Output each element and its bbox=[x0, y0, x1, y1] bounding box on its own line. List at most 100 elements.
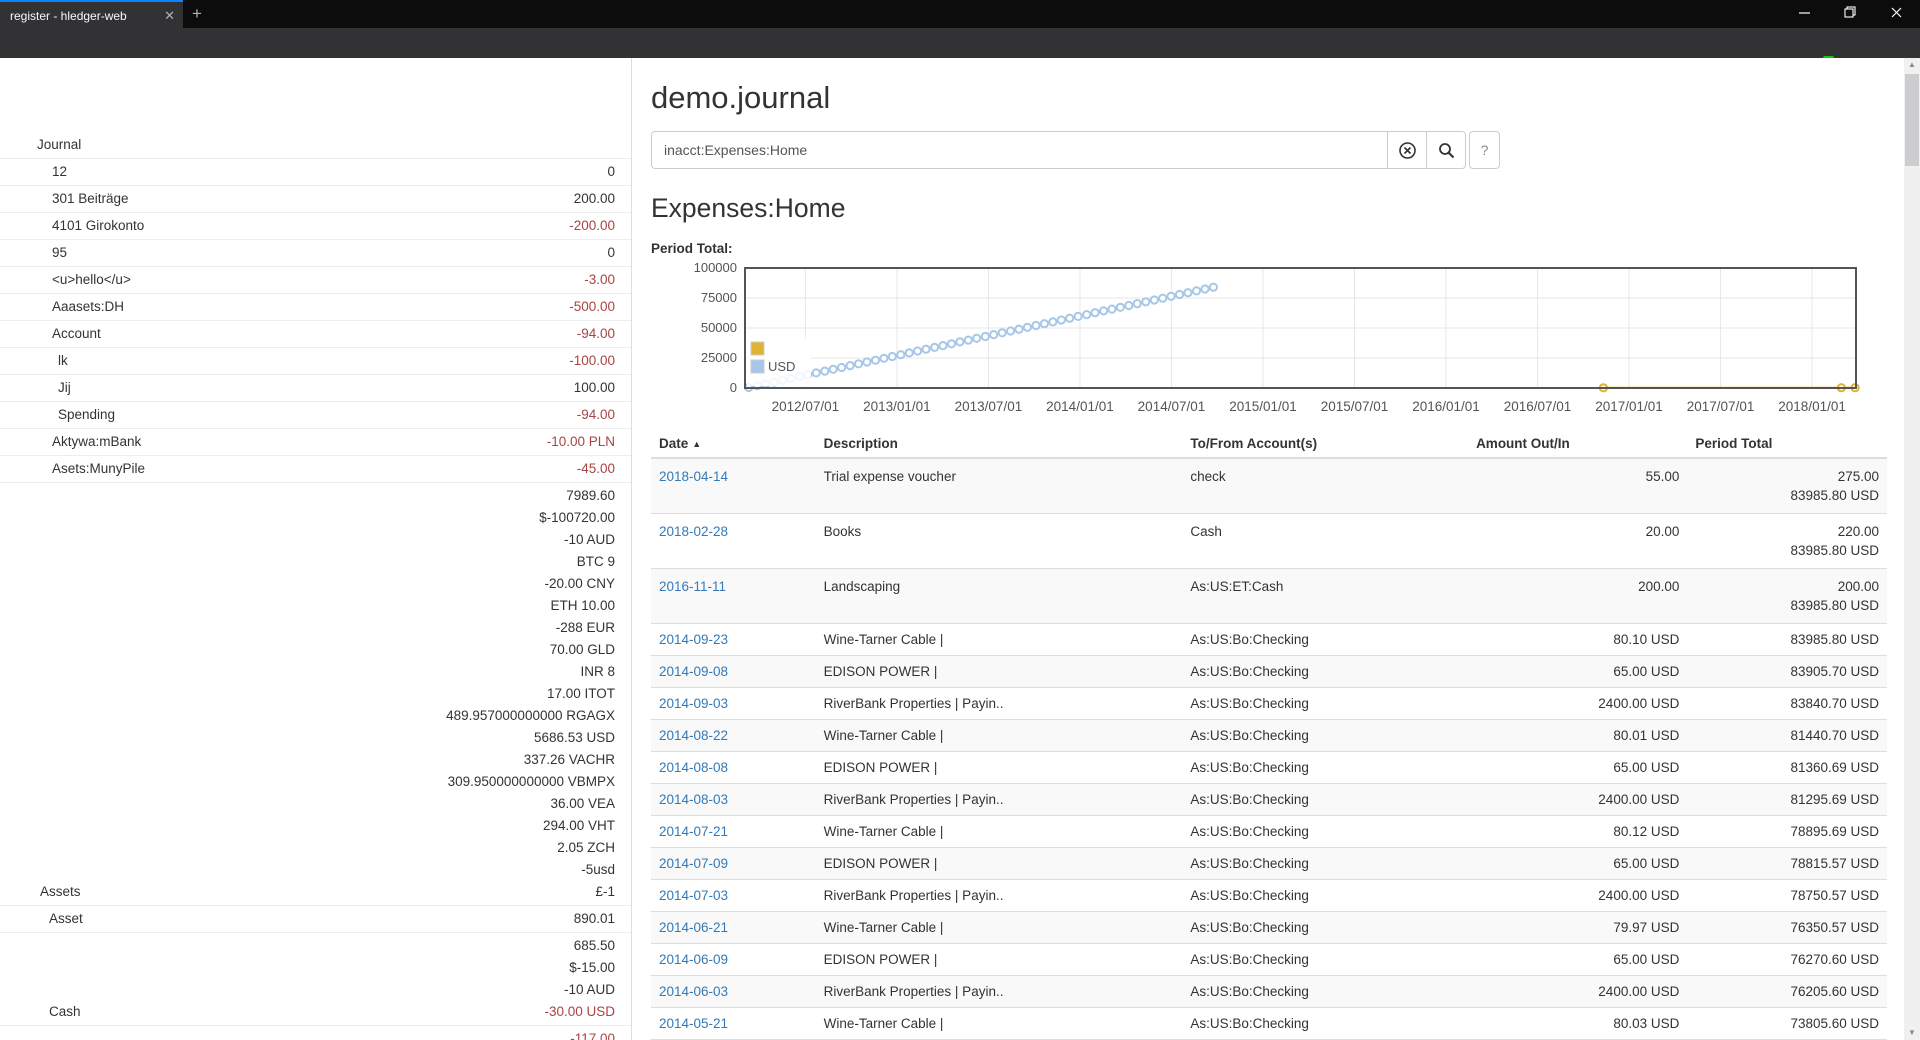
transaction-amount: 200.00 bbox=[1468, 569, 1687, 624]
account-link[interactable]: Jij bbox=[0, 377, 71, 399]
transaction-description: Wine-Tarner Cable | bbox=[816, 1008, 1183, 1040]
account-link[interactable]: Aaasets:DH bbox=[0, 296, 124, 318]
transaction-account: As:US:Bo:Checking bbox=[1182, 720, 1468, 752]
transaction-row[interactable]: 2014-06-09EDISON POWER |As:US:Bo:Checkin… bbox=[651, 944, 1887, 976]
account-link[interactable]: Asets:MunyPile bbox=[0, 458, 145, 480]
account-link[interactable]: <u>hello</u> bbox=[0, 269, 131, 291]
transaction-description: EDISON POWER | bbox=[816, 752, 1183, 784]
scroll-down-icon[interactable]: ▼ bbox=[1904, 1026, 1920, 1040]
account-title: Expenses:Home bbox=[651, 193, 1887, 223]
account-link[interactable]: Asset bbox=[0, 908, 83, 930]
transaction-row[interactable]: 2014-06-21Wine-Tarner Cable |As:US:Bo:Ch… bbox=[651, 912, 1887, 944]
transaction-description: Wine-Tarner Cable | bbox=[816, 720, 1183, 752]
account-link[interactable]: Journal bbox=[0, 134, 81, 156]
transaction-row[interactable]: 2018-02-28BooksCash20.00220.0083985.80 U… bbox=[651, 514, 1887, 569]
transaction-date-link[interactable]: 2014-08-08 bbox=[659, 760, 728, 775]
account-link[interactable]: Assets bbox=[0, 881, 81, 903]
transaction-date-link[interactable]: 2014-08-22 bbox=[659, 728, 728, 743]
transaction-row[interactable]: 2014-08-22 Wine-Tarner Cable |As:US:Bo:Ch… bbox=[651, 720, 1887, 752]
account-balance: 7989.60$-100720.00-10 AUDBTC 9-20.00 CNY… bbox=[446, 485, 631, 903]
running-total: 76205.60 USD bbox=[1687, 976, 1887, 1008]
transaction-date-link[interactable]: 2016-11-11 bbox=[659, 579, 726, 594]
transaction-account: As:US:Bo:Checking bbox=[1182, 944, 1468, 976]
transaction-row[interactable]: 2014-07-21Wine-Tarner Cable |As:US:Bo:Ch… bbox=[651, 816, 1887, 848]
tab-close-icon[interactable]: ✕ bbox=[164, 8, 175, 24]
transaction-description: RiverBank Properties | Payin.. bbox=[816, 976, 1183, 1008]
new-tab-button[interactable]: + bbox=[192, 4, 202, 24]
scroll-up-icon[interactable]: ▲ bbox=[1904, 58, 1920, 72]
account-link[interactable]: lk bbox=[0, 350, 68, 372]
transaction-date-link[interactable]: 2014-05-21 bbox=[659, 1016, 728, 1031]
transaction-date-link[interactable]: 2018-02-28 bbox=[659, 524, 728, 539]
query-input[interactable] bbox=[651, 131, 1388, 169]
window-restore-button[interactable] bbox=[1832, 0, 1868, 28]
transaction-row[interactable]: 2014-07-03RiverBank Properties | Payin..… bbox=[651, 880, 1887, 912]
sidebar-account-row: 301 Beiträge200.00 bbox=[0, 186, 631, 213]
account-link[interactable]: Cash bbox=[0, 1001, 81, 1023]
account-link[interactable]: 301 Beiträge bbox=[0, 188, 129, 210]
vertical-scrollbar[interactable]: ▲ ▼ bbox=[1904, 58, 1920, 1040]
transaction-amount: 65.00 USD bbox=[1468, 752, 1687, 784]
transaction-date-link[interactable]: 2014-08-03 bbox=[659, 792, 728, 807]
transaction-date-link[interactable]: 2014-07-09 bbox=[659, 856, 728, 871]
transaction-date-link[interactable]: 2014-07-21 bbox=[659, 824, 728, 839]
browser-tab[interactable]: register - hledger-web ✕ bbox=[0, 0, 183, 28]
account-link[interactable]: 4101 Girokonto bbox=[0, 215, 144, 237]
column-header[interactable]: Date▲ bbox=[651, 430, 816, 458]
transaction-row[interactable]: 2014-08-03RiverBank Properties | Payin..… bbox=[651, 784, 1887, 816]
transaction-date-link[interactable]: 2014-06-21 bbox=[659, 920, 728, 935]
transaction-date-link[interactable]: 2014-09-08 bbox=[659, 664, 728, 679]
transaction-row[interactable]: 2016-11-11LandscapingAs:US:ET:Cash200.00… bbox=[651, 569, 1887, 624]
transaction-date-link[interactable]: 2014-09-03 bbox=[659, 696, 728, 711]
transaction-account: As:US:Bo:Checking bbox=[1182, 912, 1468, 944]
transaction-row[interactable]: 2014-05-21 Wine-Tarner Cable |As:US:Bo:Ch… bbox=[651, 1008, 1887, 1040]
transaction-account: As:US:Bo:Checking bbox=[1182, 816, 1468, 848]
account-link[interactable]: Account bbox=[0, 323, 101, 345]
transaction-amount: 2400.00 USD bbox=[1468, 784, 1687, 816]
column-header: Period Total bbox=[1687, 430, 1887, 458]
clear-query-button[interactable] bbox=[1388, 131, 1427, 169]
account-link[interactable]: 95 bbox=[0, 242, 67, 264]
transaction-row[interactable]: 2018-04-14Trial expense vouchercheck55.0… bbox=[651, 458, 1887, 514]
transaction-date-link[interactable]: 2018-04-14 bbox=[659, 469, 728, 484]
account-balance: -3.00 bbox=[584, 269, 631, 291]
transaction-row[interactable]: 2014-09-08EDISON POWER |As:US:Bo:Checkin… bbox=[651, 656, 1887, 688]
transaction-date-link[interactable]: 2014-06-09 bbox=[659, 952, 728, 967]
transaction-date-link[interactable]: 2014-06-03 bbox=[659, 984, 728, 999]
scrollbar-thumb[interactable] bbox=[1905, 74, 1919, 166]
sidebar-account-row: Cash685.50$-15.00-10 AUD-30.00 USD bbox=[0, 933, 631, 1026]
running-total: 78750.57 USD bbox=[1687, 880, 1887, 912]
transaction-row[interactable]: 2014-07-09EDISON POWER |As:US:Bo:Checkin… bbox=[651, 848, 1887, 880]
transaction-description: Landscaping bbox=[816, 569, 1183, 624]
transaction-amount: 2400.00 USD bbox=[1468, 976, 1687, 1008]
tab-title: register - hledger-web bbox=[10, 9, 150, 23]
transaction-description: Trial expense voucher bbox=[816, 458, 1183, 514]
transaction-date-link[interactable]: 2014-07-03 bbox=[659, 888, 728, 903]
account-link[interactable]: Spending bbox=[0, 404, 115, 426]
magnifier-icon bbox=[1438, 142, 1455, 159]
transaction-row[interactable]: 2014-09-23Wine-Tarner Cable |As:US:Bo:Ch… bbox=[651, 624, 1887, 656]
main-content: demo.journal ? Expenses:Home Period Tota… bbox=[651, 58, 1887, 1040]
transaction-row[interactable]: 2014-06-03 RiverBank Properties | Payin..… bbox=[651, 976, 1887, 1008]
browser-toolbar: ← → ⟳ ⌂ i demo.hledger.org/register?q=in… bbox=[0, 28, 1920, 58]
window-close-button[interactable] bbox=[1878, 0, 1914, 28]
transaction-account: As:US:Bo:Checking bbox=[1182, 1008, 1468, 1040]
running-total: 220.0083985.80 USD bbox=[1687, 514, 1887, 569]
svg-text:USD: USD bbox=[768, 359, 795, 374]
account-link[interactable]: 12 bbox=[0, 161, 67, 183]
transaction-row[interactable]: 2014-08-08EDISON POWER |As:US:Bo:Checkin… bbox=[651, 752, 1887, 784]
search-submit-button[interactable] bbox=[1427, 131, 1466, 169]
sidebar-account-row: lk-100.00 bbox=[0, 348, 631, 375]
help-button[interactable]: ? bbox=[1469, 131, 1500, 169]
transaction-description: Wine-Tarner Cable | bbox=[816, 624, 1183, 656]
query-form: ? bbox=[651, 131, 1887, 169]
account-balance: -45.00 bbox=[577, 458, 631, 480]
transaction-date-link[interactable]: 2014-09-23 bbox=[659, 632, 728, 647]
transaction-account: As:US:Bo:Checking bbox=[1182, 656, 1468, 688]
period-total-label: Period Total: bbox=[651, 241, 1887, 256]
transaction-amount: 2400.00 USD bbox=[1468, 880, 1687, 912]
account-link[interactable]: Aktywa:mBank bbox=[0, 431, 141, 453]
transaction-row[interactable]: 2014-09-03RiverBank Properties | Payin..… bbox=[651, 688, 1887, 720]
window-minimize-button[interactable] bbox=[1786, 0, 1822, 28]
account-balance: -94.00 bbox=[577, 323, 631, 345]
